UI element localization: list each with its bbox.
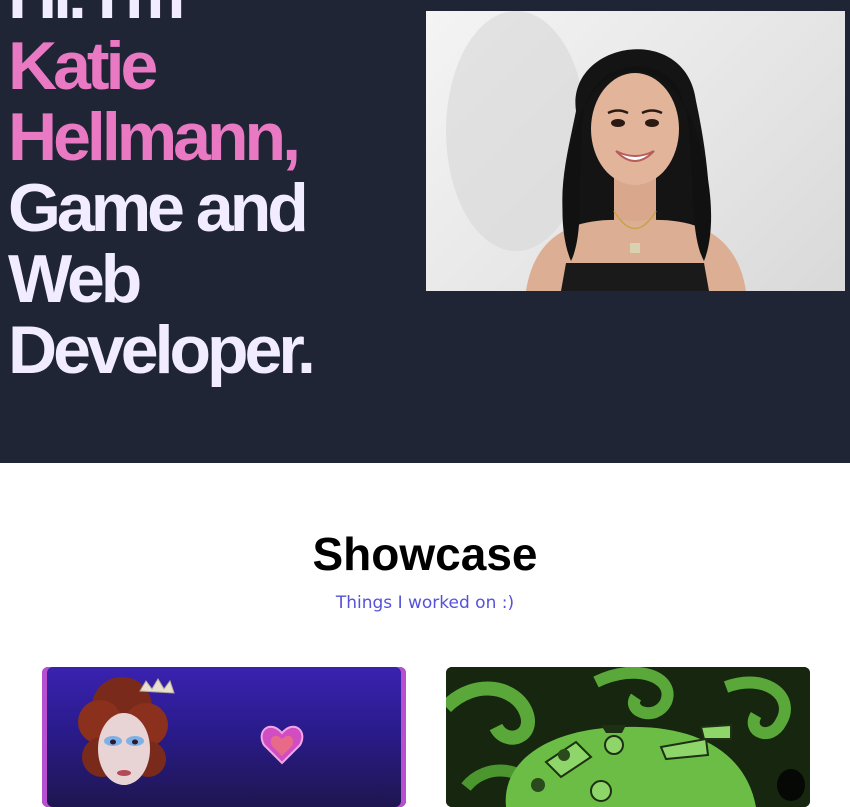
project-card-1[interactable] bbox=[42, 667, 406, 807]
heading-line-role-1: Game and bbox=[8, 170, 309, 246]
hero-heading: Hi. I'm Katie Hellmann, Game and Web Dev… bbox=[8, 0, 418, 386]
showcase-section: Showcase Things I worked on :) bbox=[0, 463, 850, 807]
heading-line-greeting: Hi. I'm bbox=[8, 0, 418, 31]
hero-section: Hi. I'm Katie Hellmann, Game and Web Dev… bbox=[0, 0, 850, 463]
heading-line-role-3: Developer. bbox=[8, 312, 316, 388]
showcase-subtitle: Things I worked on :) bbox=[335, 593, 515, 613]
profile-photo bbox=[426, 11, 845, 291]
heading-line-first-name: Katie bbox=[8, 28, 158, 104]
project-thumbnail-2 bbox=[446, 667, 810, 807]
profile-photo-illustration bbox=[446, 11, 746, 291]
project-thumbnail-1 bbox=[78, 677, 304, 785]
showcase-title: Showcase bbox=[312, 528, 538, 580]
project-card-2[interactable] bbox=[446, 667, 810, 807]
heading-line-last-name: Hellmann, bbox=[8, 99, 301, 175]
heading-line-role-2: Web bbox=[8, 241, 142, 317]
